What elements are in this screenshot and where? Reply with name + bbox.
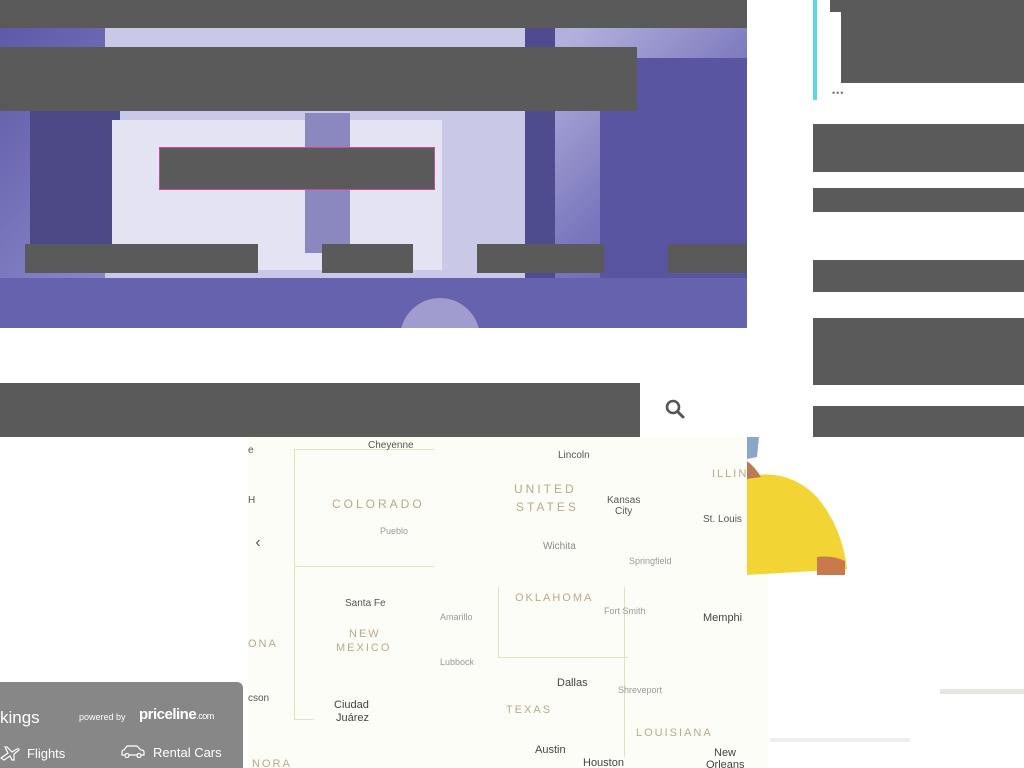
map-label-shreveport: Shreveport (618, 685, 663, 695)
priceline-logo: priceline.com (139, 706, 214, 723)
sidebar-item-4[interactable] (813, 318, 1024, 385)
sidebar-accent-bar (813, 0, 817, 100)
plane-icon (0, 746, 20, 761)
map-label-tucson: cson (248, 693, 270, 704)
map-label-illinois: ILLIN (712, 468, 749, 480)
person-image (747, 437, 847, 575)
map-label-pueblo: Pueblo (380, 526, 409, 536)
tab-flights-label: Flights (27, 745, 66, 761)
sidebar-title-block (841, 12, 1024, 83)
booking-title: kings (0, 708, 40, 727)
map-label-kansas: Kansas (607, 495, 641, 506)
map-label-memphis: Memphi (703, 612, 743, 624)
map-label-colorado: COLORADO (332, 497, 425, 511)
top-header-bar (0, 0, 747, 29)
map-label-edge-h: H (248, 495, 256, 506)
hero-link-2[interactable] (322, 244, 413, 273)
sidebar-header-block (830, 0, 1024, 12)
map-label-ciudad: Ciudad (334, 699, 369, 711)
tab-rental-cars-label: Rental Cars (153, 744, 222, 760)
map-label-new: New (714, 747, 737, 759)
map-label-sonora: NORA (252, 758, 292, 768)
search-icon[interactable] (664, 398, 686, 420)
car-icon (121, 745, 145, 759)
more-options-icon[interactable]: ••• (832, 88, 844, 98)
decorative-stripe (940, 689, 1024, 694)
map-label-states: STATES (516, 500, 579, 514)
map-label-cheyenne: Cheyenne (368, 440, 414, 451)
booking-widget: kings powered by priceline.com Flights R… (0, 682, 243, 768)
map-label-dallas: Dallas (557, 677, 588, 689)
map-label-amarillo: Amarillo (440, 612, 473, 622)
search-input[interactable] (0, 383, 640, 437)
tab-flights[interactable]: Flights (0, 744, 65, 762)
map-label-edge-e: e (248, 445, 254, 456)
decorative-stripe (770, 738, 910, 742)
map-prev-button[interactable]: ‹ (250, 533, 266, 553)
map-label-lubbock: Lubbock (440, 657, 475, 667)
map-label-austin: Austin (535, 744, 566, 756)
map-label-houston: Houston (583, 757, 624, 768)
map-label-city: City (615, 506, 633, 517)
sidebar-item-1[interactable] (813, 124, 1024, 172)
map-label-mexico: MEXICO (336, 642, 392, 654)
sidebar-item-3[interactable] (813, 260, 1024, 292)
powered-by-label: powered by (79, 712, 126, 722)
hero-link-1[interactable] (25, 244, 258, 273)
map-label-orleans: Orleans (706, 759, 745, 768)
map-label-st-louis: St. Louis (703, 514, 742, 525)
tab-rental-cars[interactable]: Rental Cars (120, 744, 222, 760)
map-view[interactable]: e H Cheyenne Lincoln COLORADO UNITED STA… (248, 437, 768, 768)
map-label-santa-fe: Santa Fe (345, 598, 386, 609)
map-label-lincoln: Lincoln (558, 450, 590, 461)
map-label-united: UNITED (514, 482, 577, 496)
map-label-arizona: ONA (248, 638, 278, 650)
map-label-juarez: Juárez (336, 712, 370, 724)
map-label-louisiana: LOUISIANA (636, 727, 713, 739)
map-label-new: NEW (349, 628, 381, 640)
sidebar-item-2[interactable] (813, 188, 1024, 212)
hero-link-3[interactable] (477, 244, 604, 273)
map-label-springfield: Springfield (629, 556, 672, 566)
hero-headline (0, 47, 637, 111)
sidebar-item-5[interactable] (813, 406, 1024, 437)
hero-cta-button[interactable] (159, 147, 435, 190)
map-label-oklahoma: OKLAHOMA (515, 592, 594, 604)
map-label-fort-smith: Fort Smith (604, 606, 646, 616)
map-label-wichita: Wichita (543, 541, 576, 552)
map-label-texas: TEXAS (506, 704, 553, 716)
hero-link-4[interactable] (668, 244, 747, 273)
